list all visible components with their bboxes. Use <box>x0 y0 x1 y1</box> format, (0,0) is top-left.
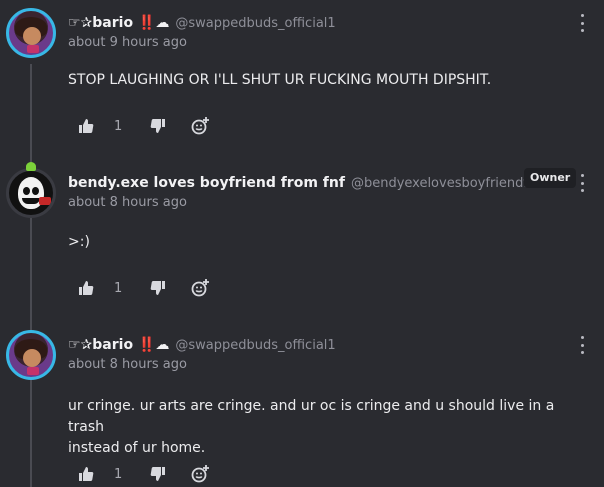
like-count: 1 <box>114 280 123 296</box>
user-handle[interactable]: @swappedbuds_official1 <box>175 338 335 353</box>
thumbs-up-icon[interactable] <box>78 280 94 296</box>
more-vertical-icon[interactable] <box>576 336 588 354</box>
timestamp: about 8 hours ago <box>68 195 187 210</box>
user-avatar[interactable] <box>6 330 56 380</box>
avatar-shirt <box>27 45 39 53</box>
avatar-eye <box>32 187 39 195</box>
add-reaction-icon[interactable] <box>190 464 210 484</box>
comment-body: STOP LAUGHING OR I'LL SHUT UR FUCKING MO… <box>68 70 588 91</box>
comment-line: STOP LAUGHING OR I'LL SHUT UR FUCKING MO… <box>68 72 492 88</box>
comment-body: ur cringe. ur arts are cringe. and ur oc… <box>68 396 588 459</box>
owner-badge: Owner <box>524 168 577 188</box>
avatar-face <box>23 27 41 45</box>
comment-header: ☞✰bario ‼️☁ @swappedbuds_official1 <box>68 334 336 356</box>
thumbs-down-icon[interactable] <box>150 280 166 296</box>
username[interactable]: ☞✰bario ‼️☁ <box>68 337 169 353</box>
comment-actions: 1 <box>78 278 210 298</box>
add-reaction-icon[interactable] <box>190 116 210 136</box>
more-vertical-icon[interactable] <box>576 174 588 192</box>
thumbs-down-icon[interactable] <box>150 466 166 482</box>
comment-header: ☞✰bario ‼️☁ @swappedbuds_official1 <box>68 12 336 34</box>
username[interactable]: ☞✰bario ‼️☁ <box>68 15 169 31</box>
comment-line: ur cringe. ur arts are cringe. and ur oc… <box>68 398 555 435</box>
comment-actions: 1 <box>78 116 210 136</box>
comment: bendy.exe loves boyfriend from fnf @bend… <box>0 162 604 308</box>
comment-line: >:) <box>68 234 90 250</box>
user-avatar[interactable] <box>6 168 56 218</box>
avatar-eye <box>23 187 30 195</box>
avatar-bow <box>39 197 51 205</box>
username[interactable]: bendy.exe loves boyfriend from fnf <box>68 175 345 191</box>
timestamp: about 8 hours ago <box>68 357 187 372</box>
timestamp: about 9 hours ago <box>68 35 187 50</box>
comment-body: >:) <box>68 232 588 253</box>
comment: ☞✰bario ‼️☁ @swappedbuds_official1 about… <box>0 8 604 148</box>
comment-header: bendy.exe loves boyfriend from fnf @bend… <box>68 172 553 194</box>
like-count: 1 <box>114 466 123 482</box>
avatar-face <box>23 349 41 367</box>
user-avatar[interactable] <box>6 8 56 58</box>
comment: ☞✰bario ‼️☁ @swappedbuds_official1 about… <box>0 330 604 487</box>
more-vertical-icon[interactable] <box>576 14 588 32</box>
comment-actions: 1 <box>78 464 210 484</box>
user-handle[interactable]: @bendyexelovesboyfriendfro... <box>351 176 553 191</box>
like-count: 1 <box>114 118 123 134</box>
thumbs-down-icon[interactable] <box>150 118 166 134</box>
crown-icon <box>26 162 36 171</box>
thumbs-up-icon[interactable] <box>78 118 94 134</box>
user-handle[interactable]: @swappedbuds_official1 <box>175 16 335 31</box>
add-reaction-icon[interactable] <box>190 278 210 298</box>
thumbs-up-icon[interactable] <box>78 466 94 482</box>
avatar-shirt <box>27 367 39 375</box>
comment-line: instead of ur home. <box>68 440 206 456</box>
